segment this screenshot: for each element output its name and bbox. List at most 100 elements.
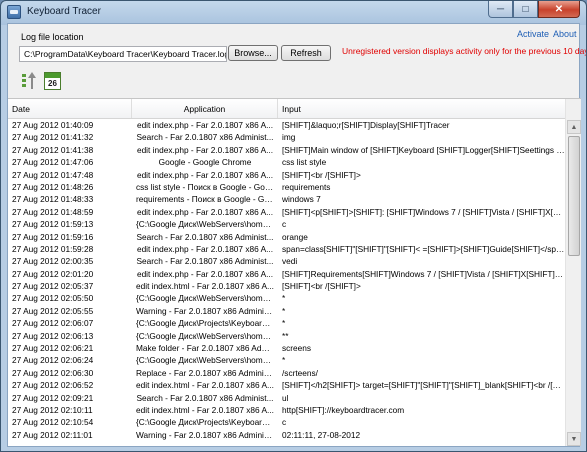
cell-date: 27 Aug 2012 02:06:24: [12, 355, 94, 366]
cell-application: edit index.php - Far 2.0.1807 x86 A...: [136, 144, 274, 155]
cell-date: 27 Aug 2012 02:05:50: [12, 293, 94, 304]
cell-application: edit index.html - Far 2.0.1807 x86 A...: [136, 404, 274, 415]
arrow-down-icon: ▼: [570, 435, 578, 443]
table-row[interactable]: 27 Aug 2012 02:06:07 {C:\Google Диск\Proj…: [8, 317, 581, 329]
cell-date: 27 Aug 2012 02:11:01: [12, 429, 93, 440]
column-header-date[interactable]: Date: [8, 99, 132, 118]
table-row[interactable]: 27 Aug 2012 02:06:21 Make folder - Far 2.…: [8, 342, 581, 354]
table-row[interactable]: 27 Aug 2012 02:11:01 Warning - Far 2.0.18…: [8, 429, 581, 441]
table-row[interactable]: 27 Aug 2012 02:10:11 edit index.html - Fa…: [8, 404, 581, 416]
cell-application: Google - Google Chrome: [158, 157, 252, 168]
table-row[interactable]: 27 Aug 2012 02:05:37 edit index.html - Fa…: [8, 280, 581, 292]
table-row[interactable]: 27 Aug 2012 01:47:06 Google - Google Chro…: [8, 156, 581, 168]
table-header: Date Application Input: [8, 99, 581, 119]
scroll-up-button[interactable]: ▲: [567, 120, 581, 134]
table-row[interactable]: 27 Aug 2012 01:40:09 edit index.php - Far…: [8, 119, 581, 131]
cell-date: 27 Aug 2012 02:10:54: [12, 417, 94, 428]
cell-input: span=class[SHIFT]"[SHIFT]"[SHIFT]< =[SHI…: [282, 243, 565, 254]
cell-date: 27 Aug 2012 02:09:21: [12, 392, 94, 403]
table-row[interactable]: 27 Aug 2012 01:41:38 edit index.php - Far…: [8, 144, 581, 156]
cell-date: 27 Aug 2012 02:00:35: [12, 256, 94, 267]
cell-application: {C:\Google Диск\WebServers\home\...: [136, 355, 277, 366]
table-row[interactable]: 27 Aug 2012 02:06:13 {C:\Google Диск\WebS…: [8, 330, 581, 342]
table-row[interactable]: 27 Aug 2012 02:01:20 edit index.php - Far…: [8, 268, 581, 280]
table-body: 27 Aug 2012 01:40:09 edit index.php - Far…: [8, 119, 581, 441]
table-row[interactable]: 27 Aug 2012 02:05:50 {C:\Google Диск\WebS…: [8, 292, 581, 304]
cell-application: {C:\Google Диск\Projects\Keyboard ...: [136, 417, 276, 428]
cell-application: css list style - Поиск в Google - Goog..…: [136, 181, 278, 192]
arrow-up-icon: ▲: [570, 123, 578, 131]
log-path-input[interactable]: C:\ProgramData\Keyboard Tracer\Keyboard …: [19, 46, 227, 62]
table-row[interactable]: 27 Aug 2012 01:48:26 css list style - Пои…: [8, 181, 581, 193]
cell-date: 27 Aug 2012 02:06:13: [12, 330, 94, 341]
cell-date: 27 Aug 2012 01:59:13: [12, 219, 94, 230]
cell-input: 02:11:11, 27-08-2012: [282, 429, 361, 440]
cell-date: 27 Aug 2012 01:48:26: [12, 181, 94, 192]
cell-application: {C:\Google Диск\WebServers\home\...: [136, 330, 277, 341]
cell-date: 27 Aug 2012 02:05:37: [12, 281, 94, 292]
table-row[interactable]: 27 Aug 2012 02:06:52 edit index.html - Fa…: [8, 379, 581, 391]
activate-link[interactable]: Activate: [517, 29, 549, 39]
maximize-button[interactable]: □: [513, 1, 538, 18]
cell-date: 27 Aug 2012 01:47:06: [12, 157, 94, 168]
table-row[interactable]: 27 Aug 2012 02:06:30 Replace - Far 2.0.18…: [8, 367, 581, 379]
cell-application: Make folder - Far 2.0.1807 x86 Admi...: [136, 343, 278, 354]
vertical-scrollbar[interactable]: ▲ ▼: [565, 99, 581, 446]
cell-input: [SHIFT]Main window of [SHIFT]Keyboard [S…: [282, 144, 565, 155]
cell-date: 27 Aug 2012 01:59:16: [12, 231, 94, 242]
cell-input: css list style: [282, 157, 327, 168]
table-row[interactable]: 27 Aug 2012 02:06:24 {C:\Google Диск\WebS…: [8, 354, 581, 366]
main-panel: Log file location C:\ProgramData\Keyboar…: [7, 23, 586, 447]
minimize-button[interactable]: ─: [488, 1, 513, 18]
cell-application: Warning - Far 2.0.1807 x86 Administ...: [136, 305, 278, 316]
calendar-icon[interactable]: 26: [44, 72, 61, 90]
cell-date: 27 Aug 2012 01:48:33: [12, 194, 94, 205]
table-row[interactable]: 27 Aug 2012 01:47:48 edit index.php - Far…: [8, 169, 581, 181]
column-header-application[interactable]: Application: [132, 99, 278, 118]
table-row[interactable]: 27 Aug 2012 02:00:35 Search - Far 2.0.180…: [8, 255, 581, 267]
cell-application: Replace - Far 2.0.1807 x86 Administ...: [136, 367, 278, 378]
cell-application: edit index.php - Far 2.0.1807 x86 A...: [136, 120, 274, 130]
cell-input: windows 7: [282, 194, 321, 205]
cell-input: ul: [282, 392, 289, 403]
keyboard-app-icon: [7, 5, 21, 19]
scroll-down-button[interactable]: ▼: [567, 432, 581, 446]
about-link[interactable]: About: [553, 29, 577, 39]
cell-application: requirements - Поиск в Google - Goo...: [136, 194, 278, 205]
table-row[interactable]: 27 Aug 2012 01:48:59 edit index.php - Far…: [8, 206, 581, 218]
cell-input: [SHIFT]&laquo;r[SHIFT]Display[SHIFT]Trac…: [282, 120, 450, 130]
refresh-button[interactable]: Refresh: [281, 45, 331, 61]
window-title: Keyboard Tracer: [27, 6, 101, 17]
cell-application: Warning - Far 2.0.1807 x86 Administ...: [136, 429, 278, 440]
close-button[interactable]: ✕: [538, 1, 580, 18]
table-row[interactable]: 27 Aug 2012 01:41:32 Search - Far 2.0.180…: [8, 131, 581, 143]
cell-date: 27 Aug 2012 01:40:09: [12, 120, 94, 130]
cell-application: Search - Far 2.0.1807 x86 Administ...: [136, 231, 274, 242]
cell-date: 27 Aug 2012 02:05:55: [12, 305, 94, 316]
browse-button[interactable]: Browse...: [228, 45, 278, 61]
table-row[interactable]: 27 Aug 2012 01:48:33 requirements - Поиск…: [8, 193, 581, 205]
cell-date: 27 Aug 2012 02:06:52: [12, 380, 94, 391]
cell-application: Search - Far 2.0.1807 x86 Administ...: [136, 132, 274, 143]
cell-input: [SHIFT]<p[SHIFT]>[SHIFT]: [SHIFT]Windows…: [282, 206, 565, 217]
cell-input: *: [282, 355, 286, 366]
scroll-thumb[interactable]: [568, 136, 580, 256]
table-row[interactable]: 27 Aug 2012 01:59:28 edit index.php - Far…: [8, 243, 581, 255]
unregistered-warning: Unregistered version displays activity o…: [342, 46, 587, 56]
column-header-input[interactable]: Input: [278, 99, 581, 118]
cell-input: [SHIFT]</h2[SHIFT]> target=[SHIFT]"[SHIF…: [282, 380, 565, 391]
cell-input: *: [282, 293, 286, 304]
calendar-day: 26: [48, 79, 57, 88]
table-row[interactable]: 27 Aug 2012 02:09:21 Search - Far 2.0.180…: [8, 392, 581, 404]
table-row[interactable]: 27 Aug 2012 02:10:54 {C:\Google Диск\Proj…: [8, 416, 581, 428]
table-row[interactable]: 27 Aug 2012 01:59:13 {C:\Google Диск\WebS…: [8, 218, 581, 230]
filter-arrow-icon[interactable]: [22, 72, 36, 90]
cell-input: c: [282, 417, 287, 428]
cell-input: [SHIFT]Requirements[SHIFT]Windows 7 / [S…: [282, 268, 565, 279]
cell-date: 27 Aug 2012 02:06:30: [12, 367, 94, 378]
cell-application: edit index.php - Far 2.0.1807 x86 A...: [136, 169, 274, 180]
title-bar[interactable]: Keyboard Tracer ─ □ ✕: [1, 1, 586, 23]
cell-application: {C:\Google Диск\WebServers\home\...: [136, 293, 277, 304]
table-row[interactable]: 27 Aug 2012 01:59:16 Search - Far 2.0.180…: [8, 231, 581, 243]
table-row[interactable]: 27 Aug 2012 02:05:55 Warning - Far 2.0.18…: [8, 305, 581, 317]
